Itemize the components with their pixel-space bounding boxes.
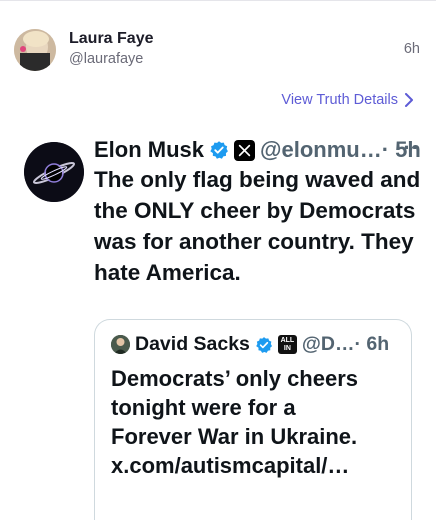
- chevron-right-icon: [405, 93, 413, 107]
- nested-quote-card[interactable]: David Sacks ALL IN @D… · 6h Democrats’ o…: [94, 319, 412, 520]
- nested-text-link[interactable]: x.com/autismcapital/…: [111, 451, 401, 480]
- quoted-header: Elon Musk @elonmu… · 5h: [94, 135, 421, 165]
- nested-quote-text: Democrats’ only cheers tonight were for …: [111, 364, 401, 480]
- view-truth-details-link[interactable]: View Truth Details: [281, 92, 414, 108]
- quoted-author-name[interactable]: Elon Musk: [94, 137, 204, 163]
- nested-time: · 6h: [354, 333, 390, 355]
- verified-badge-icon: [210, 141, 228, 159]
- quoted-author-avatar[interactable]: [24, 142, 84, 202]
- author-handle[interactable]: @laurafaye: [69, 51, 143, 67]
- nested-text-line: tonight were for a: [111, 395, 296, 420]
- quoted-author-handle[interactable]: @elonmu…: [260, 137, 382, 163]
- nested-text-line: Democrats’ only cheers: [111, 366, 359, 391]
- details-link-label: View Truth Details: [281, 92, 398, 108]
- author-name[interactable]: Laura Faye: [69, 30, 153, 48]
- nested-author-name[interactable]: David Sacks: [135, 333, 250, 356]
- nested-quote-header: David Sacks ALL IN @D… · 6h: [111, 333, 389, 356]
- nested-author-handle[interactable]: @D…: [302, 333, 355, 356]
- post-time: 6h: [403, 41, 420, 57]
- avatar[interactable]: [14, 29, 56, 71]
- nested-text-line: Forever War in Ukraine.: [111, 424, 358, 449]
- top-divider: [0, 0, 436, 1]
- nested-author-avatar[interactable]: [111, 335, 130, 354]
- more-options-icon[interactable]: ···: [395, 135, 420, 161]
- all-in-badge-icon: ALL IN: [277, 335, 297, 354]
- all-in-badge-top: ALL: [280, 336, 295, 344]
- quoted-post-text: The only flag being waved and the ONLY c…: [94, 167, 421, 285]
- verified-badge-icon: [256, 336, 272, 353]
- all-in-badge-bottom: IN: [283, 344, 291, 352]
- x-logo-icon: [234, 139, 256, 161]
